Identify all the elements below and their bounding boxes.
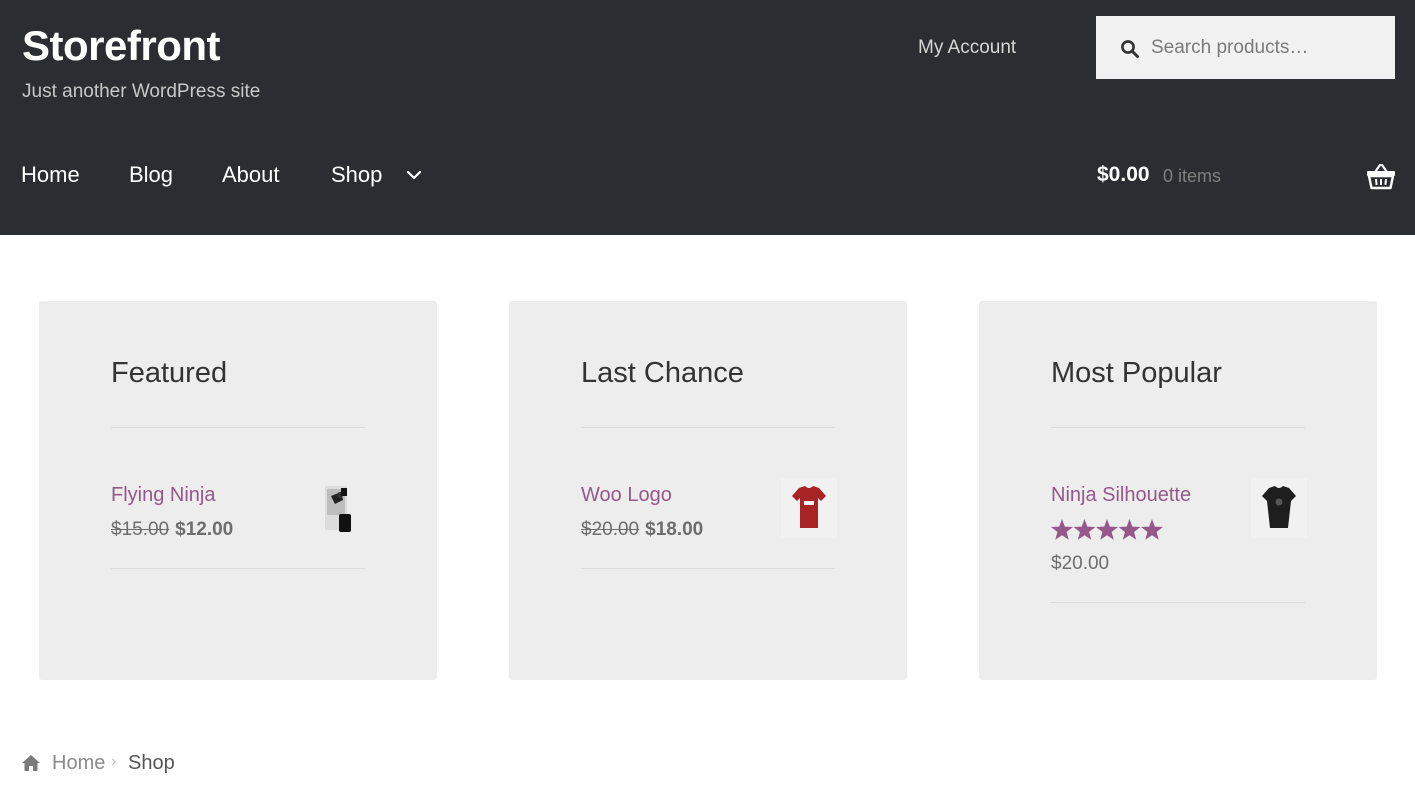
widget-title: Last Chance [581, 357, 744, 389]
nav-shop[interactable]: Shop [331, 162, 382, 188]
poster-image[interactable] [311, 478, 367, 538]
divider [581, 568, 835, 569]
nav-about[interactable]: About [222, 162, 280, 188]
star-icon [1118, 519, 1141, 540]
site-header: Storefront Just another WordPress site M… [0, 0, 1415, 235]
widget-featured: Featured Flying Ninja $15.00 $12.00 [39, 301, 437, 680]
star-icon [1096, 519, 1118, 540]
sale-price: $18.00 [645, 519, 704, 540]
site-tagline: Just another WordPress site [22, 81, 261, 102]
black-tshirt-image[interactable] [1251, 478, 1307, 538]
search-icon [1121, 40, 1139, 58]
widget-last-chance: Last Chance Woo Logo $20.00 $18.00 [509, 301, 907, 680]
star-icon [1073, 519, 1096, 540]
old-price: $20.00 [581, 519, 640, 540]
home-icon [22, 755, 40, 771]
breadcrumb-current: Shop [128, 752, 175, 774]
divider [111, 427, 365, 428]
cart-count[interactable]: 0 items [1163, 166, 1221, 187]
nav-blog[interactable]: Blog [129, 162, 173, 188]
star-rating [1051, 519, 1163, 540]
product-price: $20.00 [1051, 553, 1110, 574]
chevron-down-icon[interactable] [406, 169, 422, 181]
product-price: $15.00 $12.00 [111, 519, 233, 541]
product-link[interactable]: Ninja Silhouette [1051, 484, 1191, 507]
basket-icon[interactable] [1366, 162, 1396, 190]
star-icon [1051, 519, 1073, 540]
divider [111, 568, 365, 569]
my-account-link[interactable]: My Account [918, 37, 1016, 59]
site-title[interactable]: Storefront [22, 22, 221, 70]
widget-title: Most Popular [1051, 357, 1222, 389]
breadcrumb-home[interactable]: Home [52, 752, 105, 775]
red-tshirt-image[interactable] [781, 478, 837, 538]
search-box [1096, 16, 1395, 79]
sale-price: $12.00 [175, 519, 234, 540]
product-link[interactable]: Woo Logo [581, 484, 672, 507]
divider [1051, 427, 1305, 428]
divider [581, 427, 835, 428]
widget-most-popular: Most Popular Ninja Silhouette $20.00 [979, 301, 1377, 680]
search-input[interactable] [1151, 16, 1386, 79]
divider [1051, 602, 1305, 603]
old-price: $15.00 [111, 519, 170, 540]
product-link[interactable]: Flying Ninja [111, 484, 215, 507]
widget-title: Featured [111, 357, 228, 389]
nav-home[interactable]: Home [21, 162, 80, 188]
star-icon [1141, 519, 1163, 540]
product-price: $20.00 $18.00 [581, 519, 703, 541]
cart-amount[interactable]: $0.00 [1097, 163, 1150, 187]
chevron-right-icon: › [111, 753, 117, 770]
